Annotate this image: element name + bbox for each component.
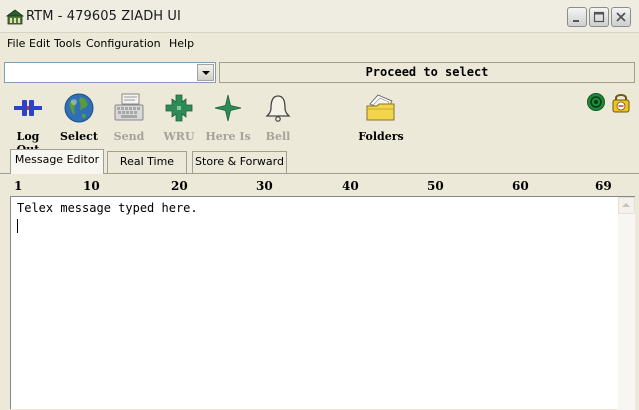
menu-help[interactable]: Help xyxy=(169,37,194,50)
select-button[interactable]: Select xyxy=(55,92,103,148)
maximize-button[interactable] xyxy=(589,7,609,27)
here-is-label: Here Is xyxy=(205,130,251,143)
ruler-mark: 60 xyxy=(512,179,529,193)
tab-strip: Message Editor Real Time Store & Forward xyxy=(0,149,639,174)
minimize-button[interactable] xyxy=(567,7,587,27)
select-label: Select xyxy=(60,130,98,143)
close-button[interactable] xyxy=(611,7,631,27)
scroll-up-button[interactable] xyxy=(618,197,635,214)
globe-icon xyxy=(64,93,94,123)
wru-button[interactable]: WRU xyxy=(155,92,203,148)
column-ruler: 1 10 20 30 40 50 60 69 xyxy=(10,177,635,197)
ssl-lock-icon xyxy=(612,94,630,113)
plug-icon xyxy=(14,100,42,116)
menu-file[interactable]: File xyxy=(7,37,25,50)
menu-edit[interactable]: Edit xyxy=(29,37,50,50)
tab-real-time[interactable]: Real Time xyxy=(107,151,187,173)
ruler-mark: 30 xyxy=(256,179,273,193)
folders-label: Folders xyxy=(358,130,404,143)
cross-icon xyxy=(165,94,193,122)
security-indicators xyxy=(586,92,634,114)
menu-bar: File Edit Tools Configuration Help xyxy=(0,33,639,55)
window-title: RTM - 479605 ZIADH UI xyxy=(26,9,181,24)
bell-button[interactable]: Bell xyxy=(254,92,302,148)
building-icon xyxy=(6,9,24,25)
status-display: Proceed to select xyxy=(219,62,635,83)
send-button[interactable]: Send xyxy=(105,92,153,148)
here-is-button[interactable]: Here Is xyxy=(204,92,252,148)
ruler-mark: 10 xyxy=(83,179,100,193)
ruler-mark: 20 xyxy=(171,179,188,193)
message-text: Telex message typed here. xyxy=(17,201,198,215)
send-label: Send xyxy=(113,130,145,143)
destination-combo[interactable] xyxy=(4,62,216,83)
tab-message-editor[interactable]: Message Editor xyxy=(10,149,104,174)
keyboard-icon xyxy=(114,93,144,121)
address-row: Proceed to select xyxy=(0,58,639,86)
bell-icon xyxy=(265,95,291,122)
message-editor[interactable]: Telex message typed here. xyxy=(10,196,635,410)
ruler-mark: 40 xyxy=(342,179,359,193)
combo-dropdown-button[interactable] xyxy=(197,64,214,81)
star-icon xyxy=(214,94,242,122)
tab-store-forward[interactable]: Store & Forward xyxy=(192,151,287,173)
menu-configuration[interactable]: Configuration xyxy=(86,37,161,50)
vertical-scrollbar[interactable] xyxy=(618,197,635,410)
ruler-mark: 69 xyxy=(595,179,612,193)
title-bar: RTM - 479605 ZIADH UI xyxy=(0,0,639,33)
minimize-icon xyxy=(573,20,579,22)
secure-connection-icon xyxy=(587,93,605,111)
ruler-mark: 1 xyxy=(14,179,23,193)
folders-button[interactable]: Folders xyxy=(357,92,405,148)
text-caret xyxy=(17,219,18,233)
ruler-mark: 50 xyxy=(427,179,444,193)
close-icon xyxy=(616,12,626,22)
main-toolbar: Log Out Select Send WRU Here Is xyxy=(0,86,639,156)
logout-button[interactable]: Log Out xyxy=(4,92,52,156)
menu-tools[interactable]: Tools xyxy=(54,37,81,50)
wru-label: WRU xyxy=(163,130,195,143)
bell-label: Bell xyxy=(265,130,291,143)
maximize-icon xyxy=(593,11,605,23)
folder-icon xyxy=(366,94,395,121)
